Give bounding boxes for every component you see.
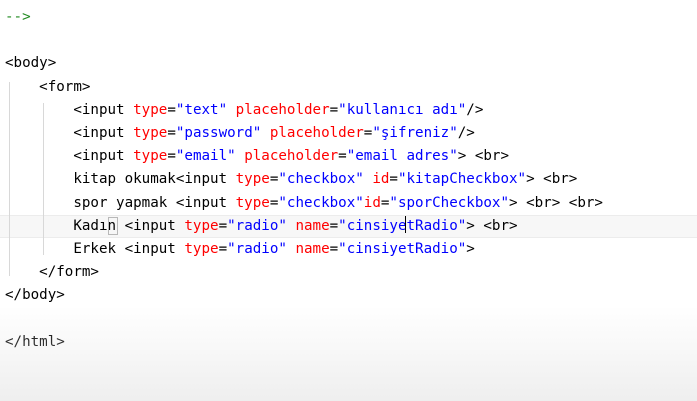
code-token-value: "email adres" — [346, 148, 458, 165]
code-token-attribute: type — [235, 194, 270, 211]
code-line[interactable]: <form> — [0, 76, 697, 99]
code-token-value: "checkbox" — [278, 194, 364, 211]
code-token-attribute: placeholder — [244, 148, 339, 165]
code-token-value: "checkbox" — [278, 171, 364, 188]
code-line[interactable]: </html> — [0, 331, 697, 354]
code-line[interactable]: <input type="password" placeholder="şifr… — [0, 122, 697, 145]
code-token-attribute: id — [372, 171, 390, 188]
code-token-attribute: name — [295, 241, 330, 257]
code-token-text: /> — [466, 101, 484, 118]
code-token-value: "cinsiyetRadio" — [338, 241, 467, 257]
code-token-text: <body> — [5, 55, 57, 72]
code-token-text: <input — [175, 194, 236, 211]
code-line[interactable]: Kadın <input type="radio" name="cinsiyet… — [0, 214, 697, 238]
code-token-value: "email" — [175, 148, 236, 165]
code-token-value: "şifreniz" — [372, 125, 458, 141]
code-token-text: > <br> <br> — [509, 194, 603, 211]
code-token-text: > <br> — [526, 171, 578, 188]
code-line[interactable]: <input type="email" placeholder="email a… — [0, 145, 697, 168]
code-token-text: </form> — [39, 264, 99, 281]
code-token-value: "sporCheckbox" — [389, 194, 510, 211]
code-line[interactable] — [0, 29, 697, 52]
code-token-attribute: type — [184, 241, 219, 257]
code-token-text: > <br> — [466, 217, 518, 234]
code-line[interactable]: </body> — [0, 284, 697, 307]
code-token-text: kitap okumak — [73, 171, 176, 188]
code-token-value: "kitapCheckbox" — [397, 171, 527, 188]
code-line[interactable]: kitap okumak<input type="checkbox" id="k… — [0, 168, 697, 191]
code-line[interactable]: </form> — [0, 261, 697, 284]
code-token-text: Erkek — [73, 241, 125, 257]
code-token-text: <input — [73, 125, 134, 141]
code-token-text: = — [167, 101, 176, 118]
code-line[interactable]: <body> — [0, 52, 697, 75]
code-token-value: "text" — [175, 101, 228, 118]
code-token-text: = — [389, 171, 398, 188]
code-token-attribute: type — [133, 148, 168, 165]
code-token-attribute: type — [133, 101, 168, 118]
code-token-comment: --> — [5, 9, 31, 25]
code-token-text: = — [329, 101, 339, 118]
code-token-text: > — [466, 241, 475, 257]
code-token-attribute: placeholder — [269, 125, 364, 141]
code-token-text: = — [329, 217, 339, 234]
code-token-value: "cinsiyetRadio" — [338, 217, 467, 234]
code-token-value: "kullanıcı adı" — [338, 101, 467, 118]
code-token-text: = — [167, 148, 176, 165]
code-token-text: <input — [175, 171, 236, 188]
code-token-value: "radio" — [227, 217, 287, 234]
code-token-text: /> — [457, 125, 475, 141]
bracket-match-highlight — [108, 217, 118, 235]
code-token-text: </body> — [5, 287, 65, 304]
code-token-text: <form> — [39, 78, 91, 95]
code-token-attribute: type — [133, 125, 168, 141]
code-token-attribute: id — [363, 194, 381, 211]
code-token-text: spor yapmak — [73, 194, 176, 211]
code-line[interactable] — [0, 308, 697, 331]
code-line[interactable]: --> — [0, 6, 697, 29]
code-token-text: > <br> — [457, 148, 510, 165]
code-token-attribute: name — [295, 217, 330, 234]
code-line[interactable]: Erkek <input type="radio" name="cinsiyet… — [0, 238, 697, 261]
code-token-text: <input — [73, 148, 134, 165]
code-token-value: "password" — [175, 125, 262, 141]
code-token-text: = — [218, 241, 228, 257]
code-token-text: <input — [73, 101, 134, 118]
code-token-text: = — [218, 217, 228, 234]
text-cursor — [405, 216, 406, 233]
code-editor[interactable]: --> <body> <form> <input type="text" plac… — [0, 0, 697, 401]
code-token-text: </html> — [5, 333, 65, 350]
code-token-attribute: placeholder — [235, 101, 330, 118]
code-line[interactable]: spor yapmak <input type="checkbox"id="sp… — [0, 192, 697, 215]
code-token-attribute: type — [184, 217, 219, 234]
code-token-value: "radio" — [227, 241, 287, 257]
code-token-attribute: type — [235, 171, 270, 188]
code-token-text: <input — [124, 241, 185, 257]
code-token-text: <input — [124, 217, 185, 234]
code-token-text: = — [338, 148, 347, 165]
code-line[interactable]: <input type="text" placeholder="kullanıc… — [0, 99, 697, 122]
indent-guide-inputs — [43, 103, 44, 255]
indent-guide-form — [9, 82, 10, 276]
code-token-text: = — [329, 241, 339, 257]
code-token-text: = — [167, 125, 176, 141]
